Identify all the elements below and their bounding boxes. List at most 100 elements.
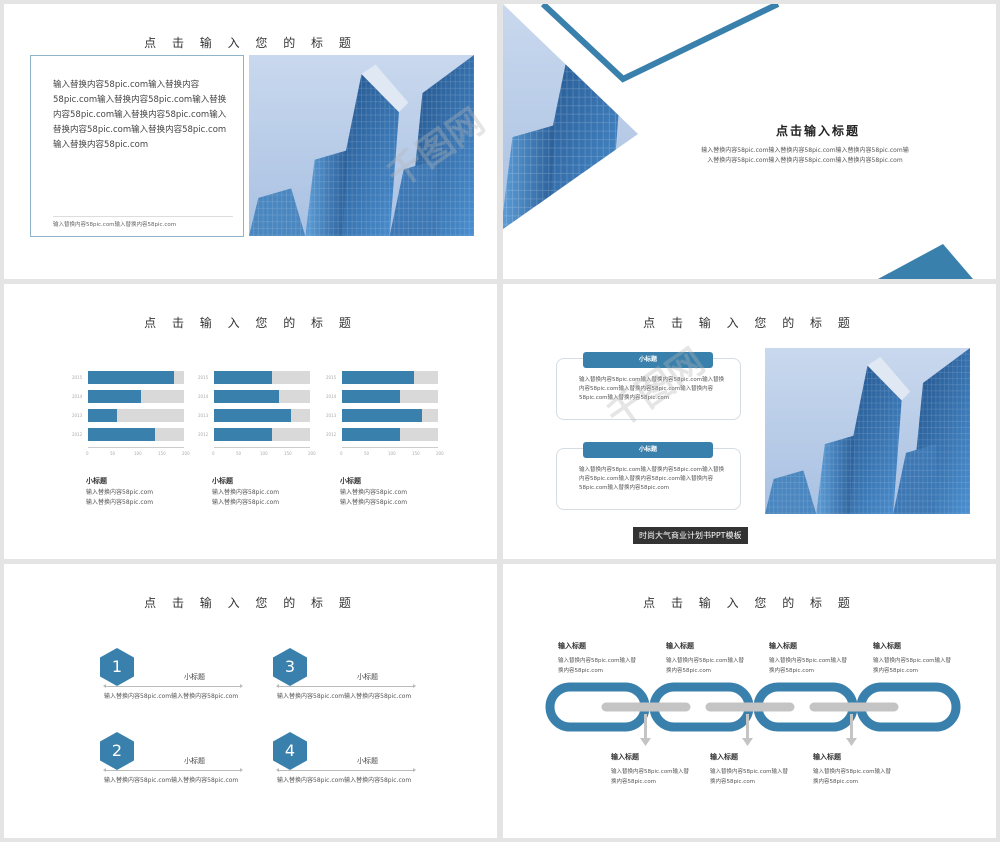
step-title: 输入标题 <box>558 642 586 650</box>
divider-arrow <box>276 684 416 688</box>
body-text: 输入替换内容58pic.com <box>212 499 280 506</box>
bar-track <box>342 409 438 422</box>
tick-label: 200 <box>182 451 190 456</box>
slide-title: 点 击 输 入 您 的 标 题 <box>144 36 357 50</box>
subtitle: 小标题 <box>184 757 205 765</box>
bar-track <box>214 409 310 422</box>
slide-3[interactable]: 点 击 输 入 您 的 标 题 2015 2014 2013 2012 0 50 100 15… <box>4 284 497 559</box>
divider-arrow <box>276 768 416 772</box>
tick-label: 200 <box>436 451 444 456</box>
step-title: 输入标题 <box>873 642 901 650</box>
slide-title: 点 击 输 入 您 的 标 题 <box>144 596 357 610</box>
bar <box>88 409 117 422</box>
bar-track <box>214 390 310 403</box>
bar-track <box>342 371 438 384</box>
step-text: 输入替换内容58pic.com输入替换内容58pic.com <box>873 658 952 674</box>
number-hexagon: 3 <box>273 648 307 686</box>
step-text: 输入替换内容58pic.com输入替换内容58pic.com <box>611 769 690 785</box>
tick-label: 50 <box>110 451 116 456</box>
bar-track <box>88 409 184 422</box>
year-label: 2012 <box>198 432 209 437</box>
step-title: 输入标题 <box>666 642 694 650</box>
body-text: 输入替换内容58pic.com输入替换内容58pic.com <box>104 693 239 700</box>
bar <box>214 371 272 384</box>
slide-1[interactable]: 点 击 输 入 您 的 标 题 输入替换内容58pic.com输入替换内容58p… <box>4 4 497 279</box>
tick-label: 150 <box>412 451 420 456</box>
caption-label: 时尚大气商业计划书PPT模板 <box>633 527 748 544</box>
bar-chart-2: 2015 2014 2013 2012 0 50 100 150 200 <box>198 369 316 479</box>
divider-arrow <box>103 768 243 772</box>
year-label: 2014 <box>72 394 83 399</box>
number: 4 <box>284 741 296 760</box>
step-title: 输入标题 <box>813 753 841 761</box>
card-2-text: 输入替换内容58pic.com输入替换内容58pic.com输入替换内容58pi… <box>579 467 725 491</box>
slide-6[interactable]: 点 击 输 入 您 的 标 题 输入标题 输入替换内容58pic.com输入替换内… <box>503 564 996 838</box>
number: 2 <box>111 741 123 760</box>
year-label: 2015 <box>326 375 337 380</box>
year-label: 2013 <box>198 413 209 418</box>
card-1-text: 输入替换内容58pic.com输入替换内容58pic.com输入替换内容58pi… <box>579 377 725 401</box>
year-label: 2013 <box>326 413 337 418</box>
body-text: 输入替换内容58pic.com输入替换内容58pic.com <box>277 777 412 784</box>
body-text: 输入替换内容58pic.com <box>340 489 408 496</box>
x-axis <box>342 447 438 448</box>
year-label: 2014 <box>198 394 209 399</box>
body-text: 输入替换内容58pic.com <box>340 499 408 506</box>
subtitle: 小标题 <box>340 477 361 485</box>
bar-track <box>88 428 184 441</box>
x-axis <box>88 447 184 448</box>
year-label: 2015 <box>72 375 83 380</box>
step-title: 输入标题 <box>710 753 738 761</box>
body-text: 输入替换内容58pic.com <box>86 489 154 496</box>
tick-label: 0 <box>340 451 343 456</box>
subtitle: 小标题 <box>184 673 205 681</box>
slide-title: 点 击 输 入 您 的 标 题 <box>144 316 357 330</box>
tick-label: 0 <box>86 451 89 456</box>
bar-track <box>88 390 184 403</box>
step-text: 输入替换内容58pic.com输入替换内容58pic.com <box>666 658 745 674</box>
subtitle: 小标题 <box>212 477 233 485</box>
bar-chart-1: 2015 2014 2013 2012 0 50 100 150 200 <box>72 369 190 479</box>
year-label: 2012 <box>72 432 83 437</box>
body-text: 输入替换内容58pic.com输入替换内容58pic.com输入替换内容58pi… <box>53 80 227 150</box>
slide-4[interactable]: 点 击 输 入 您 的 标 题 小标题 输入替换内容58pic.com输入替换内… <box>503 284 996 559</box>
bar-track <box>342 428 438 441</box>
tick-label: 0 <box>212 451 215 456</box>
tick-label: 100 <box>388 451 396 456</box>
tick-label: 150 <box>284 451 292 456</box>
divider <box>53 216 233 217</box>
body-text: 输入替换内容58pic.com输入替换内容58pic.com <box>277 693 412 700</box>
card-2-title: 小标题 <box>583 442 713 458</box>
bar <box>214 428 272 441</box>
building-photo <box>249 55 474 236</box>
subtitle: 小标题 <box>357 757 378 765</box>
bar <box>342 390 400 403</box>
decorative-shapes <box>503 4 973 279</box>
x-axis <box>214 447 310 448</box>
tick-label: 150 <box>158 451 166 456</box>
bar-track <box>214 371 310 384</box>
slide-5[interactable]: 点 击 输 入 您 的 标 题 1 小标题 输入替换内容58pic.com输入替换内… <box>4 564 497 838</box>
bar <box>342 371 414 384</box>
step-text: 输入替换内容58pic.com输入替换内容58pic.com <box>813 769 892 785</box>
number-hexagon: 1 <box>100 648 134 686</box>
number-hexagon: 2 <box>100 732 134 770</box>
tick-label: 100 <box>134 451 142 456</box>
step-title: 输入标题 <box>611 753 639 761</box>
building-photo <box>765 348 970 514</box>
tick-label: 200 <box>308 451 316 456</box>
tick-label: 100 <box>260 451 268 456</box>
subtitle: 小标题 <box>357 673 378 681</box>
number-hexagon: 4 <box>273 732 307 770</box>
year-label: 2012 <box>326 432 337 437</box>
card-1-title: 小标题 <box>583 352 713 368</box>
chain-diagram <box>545 682 961 746</box>
footer-text: 输入替换内容58pic.com输入替换内容58pic.com <box>53 222 177 228</box>
bar-track <box>342 390 438 403</box>
number: 1 <box>111 657 123 676</box>
slide-2[interactable]: 点击输入标题 输入替换内容58pic.com输入替换内容58pic.com输入替… <box>503 4 996 279</box>
body-text: 输入替换内容58pic.com <box>212 489 280 496</box>
bar <box>88 390 141 403</box>
slide-title: 点 击 输 入 您 的 标 题 <box>643 316 856 330</box>
bar <box>88 371 175 384</box>
